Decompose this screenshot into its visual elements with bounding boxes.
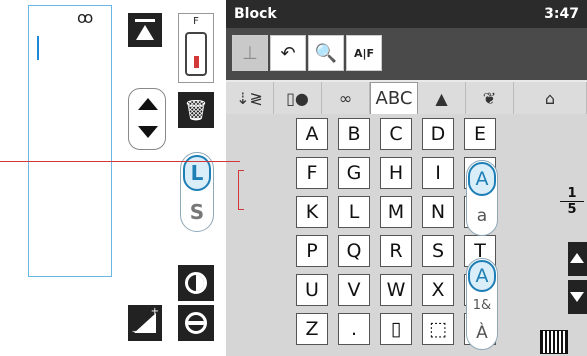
- clock: 3:47: [544, 6, 579, 22]
- page-down-button[interactable]: [568, 280, 587, 314]
- size-small-option[interactable]: S: [183, 197, 211, 227]
- letter-sort-button[interactable]: A|F: [346, 35, 382, 71]
- letter-key[interactable]: P: [296, 235, 328, 267]
- letter-key[interactable]: L: [338, 196, 370, 228]
- mirror-horizontal-icon: [185, 312, 207, 334]
- undo-button[interactable]: ↶: [270, 35, 306, 71]
- letter-key[interactable]: R: [380, 235, 412, 267]
- mirror-horizontal-button[interactable]: [178, 305, 214, 341]
- page-current: 1: [560, 186, 584, 202]
- arrow-down-icon: [570, 292, 584, 302]
- sewing-preview-area: ꝏ: [28, 5, 112, 277]
- presser-foot-indicator: F: [178, 13, 214, 83]
- letter-key[interactable]: I: [422, 157, 454, 189]
- quilting-icon: ▲: [435, 88, 448, 108]
- tab-quilting[interactable]: ▲: [418, 82, 466, 114]
- letter-key[interactable]: W: [380, 274, 412, 306]
- letters-option[interactable]: A: [468, 260, 496, 292]
- letter-key[interactable]: N: [422, 196, 454, 228]
- zoom-icon: 🔍: [314, 42, 338, 64]
- letter-key[interactable]: Z: [296, 313, 328, 345]
- stitch-reinforcement-icon: ⊥: [242, 42, 258, 64]
- accented-option[interactable]: À: [468, 319, 496, 347]
- letter-key[interactable]: V: [338, 274, 370, 306]
- letter-key[interactable]: A: [296, 118, 328, 150]
- letter-key[interactable]: ⬚: [422, 313, 454, 345]
- letter-key[interactable]: M: [380, 196, 412, 228]
- tab-flowers[interactable]: ❦: [466, 82, 514, 114]
- stitch-density-button[interactable]: – +: [128, 305, 162, 341]
- scroll-up-icon[interactable]: [138, 98, 158, 110]
- thread-tension-icon: ꝏ: [77, 8, 94, 27]
- buttonhole-icon: ▯●: [286, 88, 309, 108]
- mirror-vertical-button[interactable]: [178, 265, 214, 301]
- arrow-up-icon: [570, 253, 584, 263]
- tab-garment[interactable]: ⌂: [514, 82, 587, 114]
- lowercase-option[interactable]: a: [468, 201, 496, 231]
- mirror-vertical-icon: [185, 272, 207, 294]
- scroll-down-icon[interactable]: [138, 126, 158, 138]
- tab-alphabet-label: ABC: [375, 88, 413, 109]
- page-title: Block: [234, 6, 277, 22]
- title-bar: Block 3:47: [226, 0, 587, 28]
- letter-key[interactable]: C: [380, 118, 412, 150]
- charset-toggle[interactable]: A 1& À: [466, 258, 498, 350]
- toolbar: ⊥ ↶ 🔍 A|F: [226, 28, 587, 80]
- undo-icon: ↶: [280, 42, 296, 64]
- letter-key[interactable]: E: [464, 118, 496, 150]
- decorative-icon: ∞: [338, 88, 353, 108]
- uppercase-option[interactable]: A: [468, 162, 496, 196]
- stitches-icon: ⇣≷: [236, 88, 263, 108]
- scroll-stepper[interactable]: [128, 88, 166, 150]
- top-bar-icon: [135, 19, 155, 22]
- plus-icon: +: [150, 306, 159, 317]
- tab-buttonholes[interactable]: ▯●: [274, 82, 322, 114]
- garment-icon: ⌂: [544, 88, 556, 108]
- delete-button[interactable]: 🗑: [178, 92, 214, 128]
- letter-key[interactable]: K: [296, 196, 328, 228]
- case-toggle[interactable]: A a: [466, 160, 498, 236]
- page-total: 5: [567, 202, 577, 217]
- zoom-button[interactable]: 🔍: [308, 35, 344, 71]
- page-indicator: 1 5: [560, 186, 584, 217]
- minus-icon: –: [132, 326, 137, 337]
- letter-key[interactable]: F: [296, 157, 328, 189]
- letter-key[interactable]: U: [296, 274, 328, 306]
- size-toggle[interactable]: L S: [180, 152, 214, 232]
- letter-key[interactable]: B: [338, 118, 370, 150]
- letter-key[interactable]: ▯: [380, 313, 412, 345]
- presser-foot-label: F: [193, 16, 199, 27]
- category-tabs: ⇣≷ ▯● ∞ ABC ▲ ❦ ⌂: [226, 80, 587, 114]
- arrow-up-icon: [136, 25, 154, 40]
- alignment-bracket: [238, 170, 244, 210]
- letter-sort-icon: A|F: [353, 46, 375, 60]
- presser-foot-icon: [185, 32, 207, 76]
- flower-icon: ❦: [482, 88, 497, 108]
- page-up-button[interactable]: [568, 242, 587, 276]
- qr-code-icon[interactable]: [540, 330, 568, 354]
- tab-decorative[interactable]: ∞: [322, 82, 370, 114]
- text-cursor: [37, 36, 39, 60]
- tab-alphabet[interactable]: ABC: [370, 82, 418, 114]
- alphabet-panel: Block 3:47 ⊥ ↶ 🔍 A|F ⇣≷ ▯● ∞ ABC ▲ ❦ ⌂ A…: [226, 0, 587, 356]
- stitch-preview-panel: ꝏ F 🗑 L S – +: [0, 0, 226, 356]
- stitch-reinforcement-button[interactable]: ⊥: [232, 35, 268, 71]
- letter-key[interactable]: G: [338, 157, 370, 189]
- letter-key[interactable]: D: [422, 118, 454, 150]
- symbols-option[interactable]: 1&: [468, 293, 496, 319]
- letter-key[interactable]: S: [422, 235, 454, 267]
- go-to-start-button[interactable]: [128, 13, 162, 47]
- letter-key[interactable]: X: [422, 274, 454, 306]
- letter-key[interactable]: .: [338, 313, 370, 345]
- trash-icon: 🗑: [183, 98, 209, 122]
- letter-key[interactable]: H: [380, 157, 412, 189]
- alignment-guide-line: [0, 161, 240, 162]
- letter-key[interactable]: Q: [338, 235, 370, 267]
- tab-stitches[interactable]: ⇣≷: [226, 82, 274, 114]
